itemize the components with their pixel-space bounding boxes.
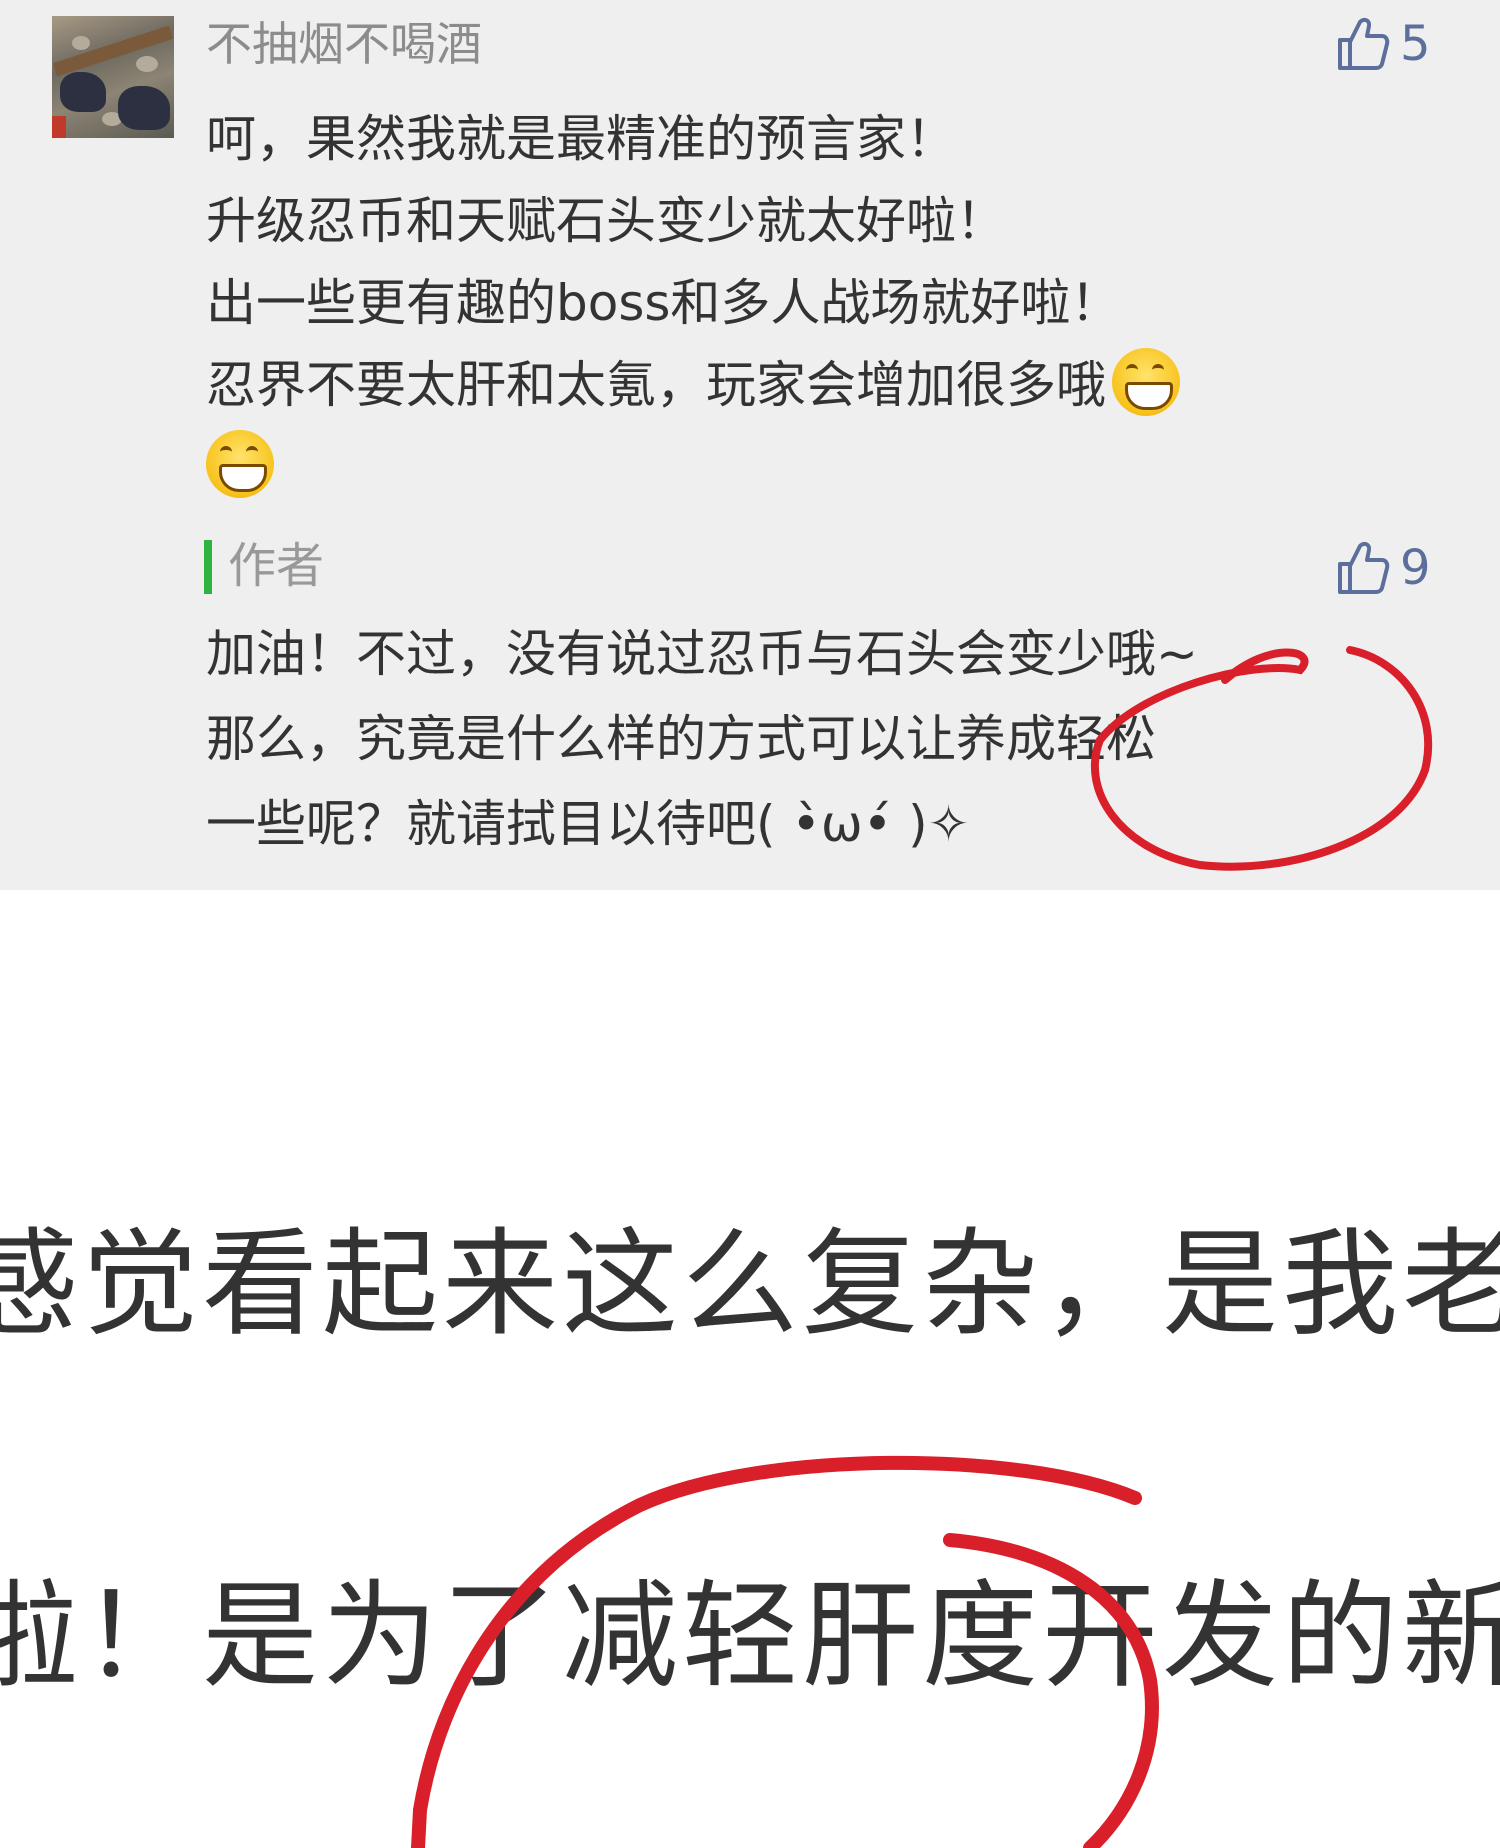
zoomed-text-line: 感觉看起来这么复杂，是我老 [0,1217,1500,1352]
comment-line: 出一些更有趣的boss和多人战场就好啦！ [206,274,1121,332]
grin-emoji-icon [1112,348,1180,416]
comment-like-count: 5 [1400,16,1431,72]
comment-line-text: 忍界不要太肝和太氪，玩家会增加很多哦 [206,356,1106,414]
thumbs-up-icon [1338,541,1390,594]
author-label: 作者 [228,538,325,594]
comment-line: 呵，果然我就是最精准的预言家！ [206,110,956,168]
reply-like-button[interactable]: 9 [1336,540,1431,596]
author-indicator-bar [204,540,212,594]
thumbs-up-icon [1338,17,1390,70]
comment-like-button[interactable]: 5 [1336,16,1431,72]
reply-line: 那么，究竟是什么样的方式可以让养成轻松 [206,710,1156,768]
reply-line: 加油！不过，没有说过忍币与石头会变少哦~ [206,625,1198,683]
reply-line: 一些呢？就请拭目以待吧( •̀ω•́ )✧ [206,795,970,853]
zoomed-text-line: 啦！是为了减轻肝度开发的新 [0,1569,1500,1704]
comment-line [206,426,1456,508]
author-reply-text: 加油！不过，没有说过忍币与石头会变少哦~ 那么，究竟是什么样的方式可以让养成轻松… [206,612,1456,867]
avatar[interactable] [52,16,174,138]
comment-line: 升级忍币和天赋石头变少就太好啦！ [206,192,1006,250]
comment-line: 忍界不要太肝和太氪，玩家会增加很多哦 [206,344,1456,426]
comment-username[interactable]: 不抽烟不喝酒 [206,14,482,74]
comment-text: 呵，果然我就是最精准的预言家！ 升级忍币和天赋石头变少就太好啦！ 出一些更有趣的… [206,98,1456,508]
comment-panel: 不抽烟不喝酒 5 呵，果然我就是最精准的预言家！ 升级忍币和天赋石头变少就太好啦… [0,0,1500,890]
grin-emoji-icon [206,430,274,498]
reply-like-count: 9 [1400,540,1431,596]
zoomed-text-panel: 感觉看起来这么复杂，是我老 啦！是为了减轻肝度开发的新 [0,922,1500,1848]
